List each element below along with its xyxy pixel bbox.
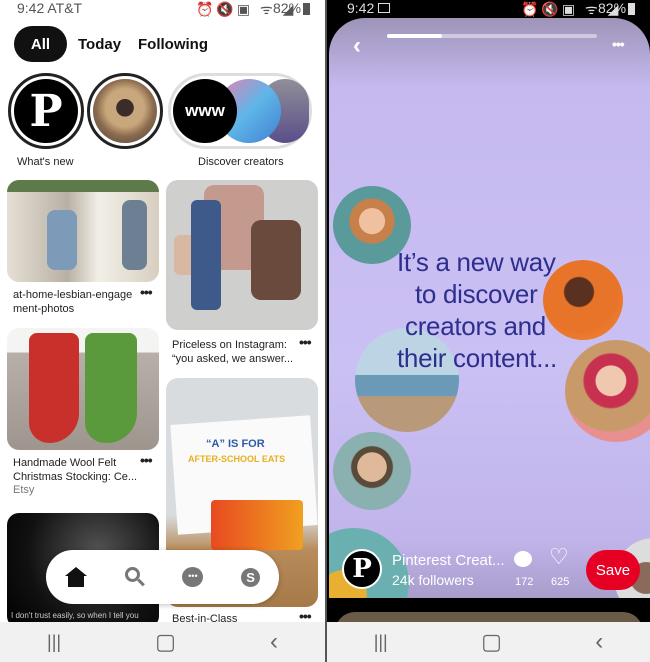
recent-apps-button[interactable]: ||| <box>374 632 388 653</box>
back-button[interactable]: ‹ <box>270 628 278 656</box>
story-headline: It’s a new way to discover creators and … <box>397 247 557 373</box>
more-options-button[interactable]: ••• <box>299 334 312 350</box>
story-discover-creators[interactable]: www <box>168 73 312 149</box>
status-time: 9:42 AT&T <box>17 0 83 16</box>
profile-icon[interactable]: S <box>241 567 261 587</box>
battery-level: 82% <box>598 0 627 16</box>
tab-following[interactable]: Following <box>138 36 208 53</box>
story-progress-fill <box>387 34 442 38</box>
pin-image[interactable] <box>166 180 318 330</box>
tab-today[interactable]: Today <box>78 36 121 53</box>
home-icon[interactable] <box>64 567 87 587</box>
pin-image[interactable] <box>7 180 159 282</box>
search-icon[interactable] <box>124 567 145 587</box>
heart-icon[interactable]: ♡ <box>549 544 569 570</box>
bottom-nav: ••• S <box>46 550 279 604</box>
www-logo: www <box>173 79 237 143</box>
pin-title: Priceless on Instagram: “you asked, we an… <box>172 339 294 365</box>
user-avatar <box>93 79 157 143</box>
more-options-button[interactable]: ••• <box>612 36 625 52</box>
story-progress-bar <box>387 34 597 38</box>
system-nav-bar: ||| ▢ ‹ <box>327 622 650 662</box>
tab-all[interactable]: All <box>14 26 67 62</box>
back-chevron-icon[interactable]: ‹ <box>353 32 361 60</box>
back-button[interactable]: ‹ <box>595 628 603 656</box>
story-label: Discover creators <box>198 156 284 168</box>
creator-name[interactable]: Pinterest Creat... <box>392 552 505 569</box>
chat-icon[interactable]: ••• <box>182 567 204 587</box>
battery-level: 82% <box>273 0 302 16</box>
creator-photo <box>565 340 650 442</box>
like-count: 625 <box>551 576 570 588</box>
creator-photo <box>333 432 411 510</box>
pin-title: Handmade Wool Felt Christmas Stocking: Ce… <box>13 457 138 483</box>
comment-count: 172 <box>515 576 534 588</box>
pinterest-home-screen: 9:42 AT&T ⏰🔇▣ ᯤ ◢ 82% All Today Followin… <box>0 0 325 662</box>
save-button[interactable]: Save <box>586 550 640 590</box>
pin-image[interactable] <box>7 328 159 450</box>
pin-source: Etsy <box>13 484 35 496</box>
pin-caption: I don't trust easily, so when I tell you <box>11 611 139 620</box>
story-user[interactable] <box>87 73 163 149</box>
story-pin-viewer: 9:42 ⏰🔇▣ ᯤ ◢ 82% ‹ ••• It’s a new way to… <box>327 0 650 662</box>
status-time: 9:42 <box>347 0 375 16</box>
battery-icon <box>628 3 635 15</box>
home-button[interactable]: ▢ <box>155 629 176 655</box>
story-whats-new[interactable]: P <box>8 73 84 149</box>
pinterest-logo-icon: P <box>14 79 78 143</box>
creator-followers: 24k followers <box>392 572 474 588</box>
comment-icon[interactable] <box>514 551 532 567</box>
home-button[interactable]: ▢ <box>481 629 502 655</box>
system-nav-bar: ||| ▢ ‹ <box>0 622 325 662</box>
image-icon <box>378 3 390 13</box>
story-label: What's new <box>17 156 74 168</box>
story-card[interactable]: ‹ ••• It’s a new way to discover creator… <box>329 18 650 598</box>
more-options-button[interactable]: ••• <box>140 284 153 300</box>
battery-icon <box>303 3 310 15</box>
recent-apps-button[interactable]: ||| <box>47 632 61 653</box>
pin-title: at-home-lesbian-engage ment-photos <box>13 289 133 315</box>
pinterest-creator-avatar[interactable]: P <box>342 549 382 589</box>
more-options-button[interactable]: ••• <box>140 452 153 468</box>
